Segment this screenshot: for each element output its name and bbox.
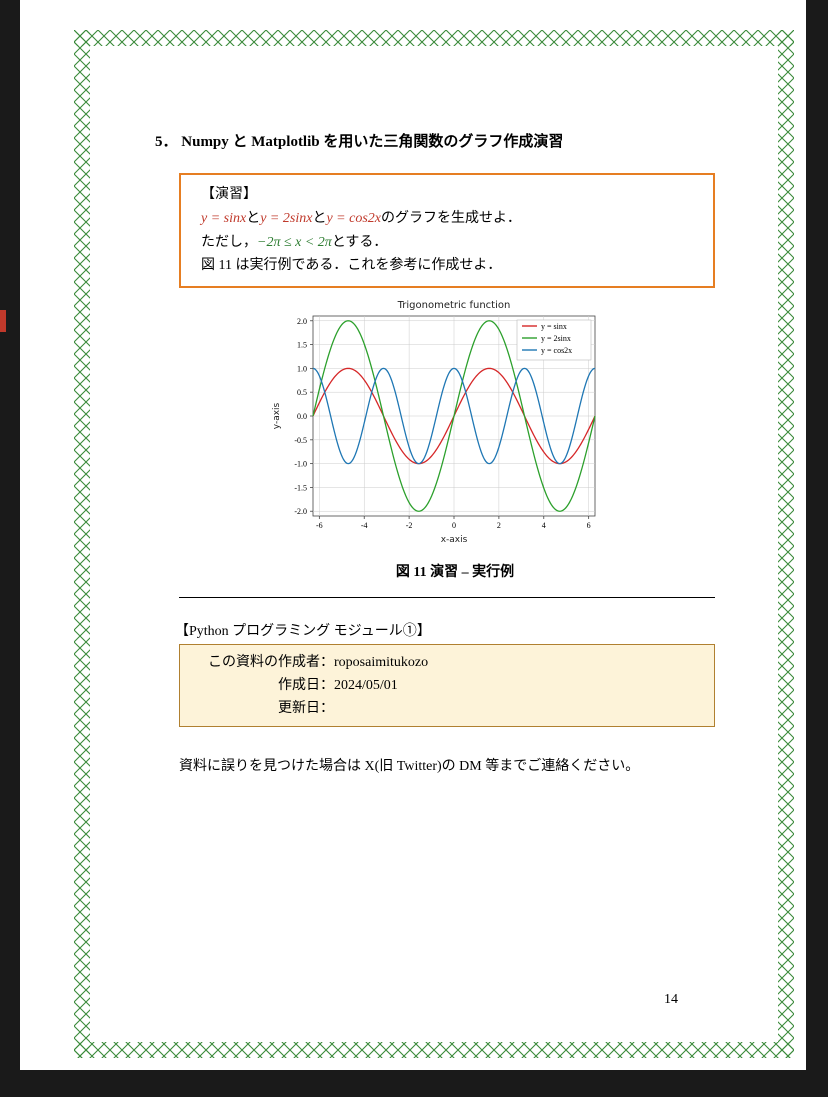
svg-text:-2.0: -2.0 [294,507,307,516]
svg-text:-2: -2 [406,521,413,530]
module-title: 【Python プログラミング モジュール①】 [175,620,715,640]
exercise-label: 【演習】 [201,183,693,207]
exercise-box: 【演習】 y = sinxとy = 2sinxとy = cos2xのグラフを生成… [179,173,715,288]
created-row: 作成日 ： 2024/05/01 [190,674,704,697]
exercise-line2a: ただし， [201,235,257,250]
figure-caption: 図 11 演習 – 実行例 [195,561,715,581]
svg-text:y-axis: y-axis [272,403,282,430]
author-label: この資料の作成者 [190,651,320,674]
svg-text:Trigonometric function: Trigonometric function [397,300,511,311]
section-heading: 5． Numpy と Matplotlib を用いた三角関数のグラフ作成演習 [155,130,715,151]
updated-row: 更新日 ： [190,697,704,720]
svg-text:-1.0: -1.0 [294,460,307,469]
author-row: この資料の作成者 ： roposaimitukozo [190,651,704,674]
svg-text:-1.5: -1.5 [294,484,307,493]
author-sep: ： [320,697,334,720]
section-number: 5． [155,134,178,150]
page-content: 5． Numpy と Matplotlib を用いた三角関数のグラフ作成演習 【… [155,130,715,775]
svg-text:2.0: 2.0 [297,317,307,326]
svg-text:1.0: 1.0 [297,365,307,374]
exercise-line-3: 図 11 は実行例である．これを参考に作成せよ． [201,254,693,278]
svg-text:x-axis: x-axis [441,535,468,545]
created-value: 2024/05/01 [334,674,398,697]
trig-chart: Trigonometric function -6 -4 -2 0 2 4 6 -2.0 -1.5… [265,296,605,546]
svg-text:-6: -6 [316,521,323,530]
svg-text:-4: -4 [361,521,368,530]
svg-text:-0.5: -0.5 [294,436,307,445]
author-info-box: この資料の作成者 ： roposaimitukozo 作成日 ： 2024/05… [179,644,715,727]
svg-text:y = sinx: y = sinx [541,322,567,331]
svg-text:y = 2sinx: y = 2sinx [541,334,571,343]
svg-text:y = cos2x: y = cos2x [541,346,572,355]
equation-3: y = cos2x [326,211,381,226]
sidebar-marker [0,310,6,332]
svg-text:6: 6 [587,521,591,530]
page-number: 14 [664,992,678,1008]
svg-text:0.5: 0.5 [297,388,307,397]
author-value: roposaimitukozo [334,651,428,674]
exercise-line-2: ただし，−2π ≤ x < 2πとする． [201,231,693,255]
conj-2: と [312,211,326,226]
created-label: 作成日 [190,674,320,697]
divider [179,597,715,598]
chart-figure: Trigonometric function -6 -4 -2 0 2 4 6 -2.0 -1.5… [265,296,715,551]
exercise-tail-1: のグラフを生成せよ． [381,211,521,226]
equation-1: y = sinx [201,211,246,226]
range-expr: −2π ≤ x < 2π [257,235,332,250]
svg-text:2: 2 [497,521,501,530]
author-sep: ： [320,674,334,697]
exercise-line-1: y = sinxとy = 2sinxとy = cos2xのグラフを生成せよ． [201,207,693,231]
exercise-line2b: とする． [332,235,388,250]
footnote: 資料に誤りを見つけた場合は X(旧 Twitter)の DM 等までご連絡くださ… [179,755,715,775]
svg-text:0: 0 [452,521,456,530]
svg-text:1.5: 1.5 [297,341,307,350]
document-page: 5． Numpy と Matplotlib を用いた三角関数のグラフ作成演習 【… [20,0,806,1070]
svg-text:4: 4 [542,521,546,530]
equation-2: y = 2sinx [260,211,312,226]
updated-label: 更新日 [190,697,320,720]
author-sep: ： [320,651,334,674]
section-title-text: Numpy と Matplotlib を用いた三角関数のグラフ作成演習 [181,134,563,150]
svg-text:0.0: 0.0 [297,412,307,421]
conj-1: と [246,211,260,226]
